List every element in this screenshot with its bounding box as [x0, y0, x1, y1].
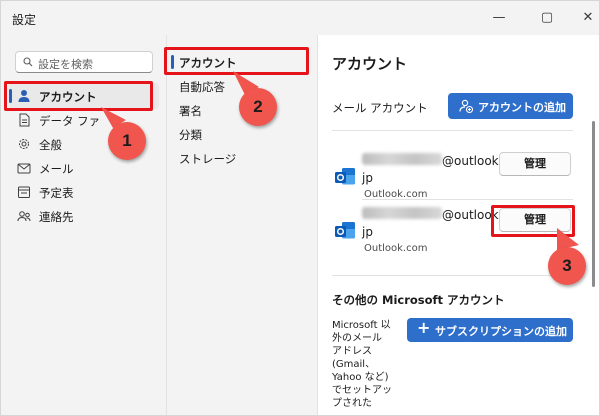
callout-2: 2: [239, 88, 277, 126]
callout-layer: [101, 71, 579, 250]
callout-1: 1: [108, 122, 146, 160]
callout-3: 3: [548, 247, 586, 285]
settings-window: 設定 — ▢ ✕ 設定を検索 アカウント データ ファ 全般 メール 予定表 連…: [0, 0, 600, 416]
